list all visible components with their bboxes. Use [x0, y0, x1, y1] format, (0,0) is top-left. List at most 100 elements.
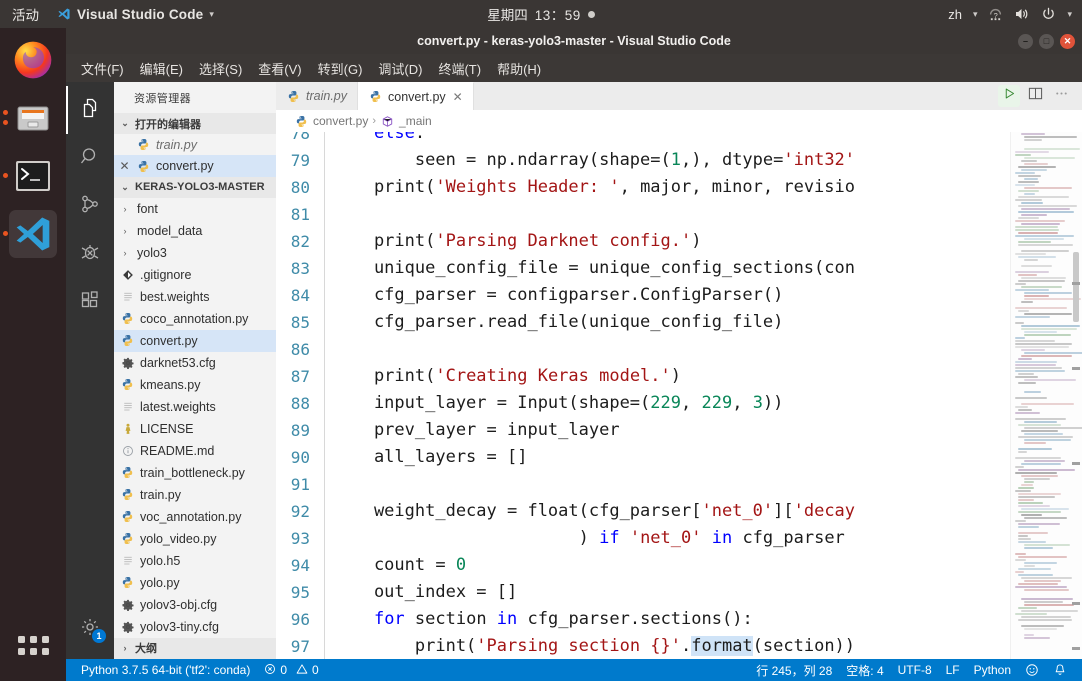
code-line[interactable]: 89 prev_layer = input_layer	[276, 417, 1010, 444]
code-line[interactable]: 88 input_layer = Input(shape=(229, 229, …	[276, 390, 1010, 417]
code-text: print('Parsing section {}'.format(sectio…	[324, 633, 855, 659]
feedback-button[interactable]	[1018, 663, 1046, 677]
file-item-darknet53-cfg[interactable]: darknet53.cfg	[114, 352, 276, 374]
menu-edit[interactable]: 编辑(E)	[133, 56, 190, 81]
code-line[interactable]: 90 all_layers = []	[276, 444, 1010, 471]
dock-item-files[interactable]	[3, 94, 57, 142]
code-line[interactable]: 93 ) if 'net_0' in cfg_parser	[276, 525, 1010, 552]
file-item-train-py[interactable]: train.py	[114, 484, 276, 506]
sidebar-item-search[interactable]	[66, 134, 114, 182]
code-line[interactable]: 95 out_index = []	[276, 579, 1010, 606]
network-icon[interactable]: ?	[988, 8, 1003, 21]
section-outline[interactable]: › 大纲	[114, 637, 276, 660]
dock-item-firefox[interactable]	[9, 36, 57, 84]
menu-terminal[interactable]: 终端(T)	[431, 56, 488, 81]
minimap-slider[interactable]	[1073, 252, 1079, 322]
code-line[interactable]: 81	[276, 201, 1010, 228]
file-item-coco-annotation-py[interactable]: coco_annotation.py	[114, 308, 276, 330]
section-open-editors[interactable]: ⌄ 打开的编辑器	[114, 113, 276, 135]
minimap-line	[1024, 136, 1078, 138]
active-app-menu[interactable]: Visual Studio Code ▾	[49, 7, 222, 22]
code-line[interactable]: 78 else:	[276, 132, 1010, 147]
code-line[interactable]: 80 print('Weights Header: ', major, mino…	[276, 174, 1010, 201]
sidebar-item-explorer[interactable]	[66, 86, 114, 134]
file-item-yolov3-tiny-cfg[interactable]: yolov3-tiny.cfg	[114, 616, 276, 638]
status-language-mode[interactable]: Python	[967, 663, 1018, 677]
menu-debug[interactable]: 调试(D)	[371, 56, 429, 81]
split-editor-button[interactable]	[1024, 85, 1046, 107]
file-item-yolo-h5[interactable]: yolo.h5	[114, 550, 276, 572]
volume-icon[interactable]	[1014, 7, 1030, 21]
close-button[interactable]: ✕	[1060, 33, 1075, 49]
menubar: 文件(F) 编辑(E) 选择(S) 查看(V) 转到(G) 调试(D) 终端(T…	[66, 54, 1082, 82]
status-indentation[interactable]: 空格: 4	[839, 662, 890, 679]
maximize-button[interactable]: □	[1039, 33, 1054, 49]
code-line[interactable]: 92 weight_decay = float(cfg_parser['net_…	[276, 498, 1010, 525]
close-tab-icon[interactable]: ✕	[453, 90, 463, 104]
folder-item-yolo3[interactable]: › yolo3	[114, 242, 276, 264]
minimap[interactable]	[1010, 132, 1082, 659]
code-line[interactable]: 85 cfg_parser.read_file(unique_config_fi…	[276, 309, 1010, 336]
menu-view[interactable]: 查看(V)	[251, 56, 308, 81]
menu-go[interactable]: 转到(G)	[311, 56, 370, 81]
sidebar-item-debug[interactable]	[66, 230, 114, 278]
code-viewport[interactable]: 78 else: 79 seen = np.ndarray(shape=(1,),…	[276, 132, 1010, 659]
open-editor-convert-py[interactable]: ✕ convert.py	[114, 155, 276, 177]
file-item--gitignore[interactable]: .gitignore	[114, 264, 276, 286]
folder-item-font[interactable]: › font	[114, 198, 276, 220]
code-line[interactable]: 83 unique_config_file = unique_config_se…	[276, 255, 1010, 282]
chevron-down-icon[interactable]: ▾	[1067, 9, 1072, 20]
status-encoding[interactable]: UTF-8	[891, 663, 939, 677]
breadcrumb-file[interactable]: convert.py	[313, 114, 368, 128]
code-line[interactable]: 79 seen = np.ndarray(shape=(1,), dtype='…	[276, 147, 1010, 174]
python-icon	[120, 311, 135, 326]
code-line[interactable]: 82 print('Parsing Darknet config.')	[276, 228, 1010, 255]
file-item-convert-py[interactable]: convert.py	[114, 329, 276, 352]
input-language-indicator[interactable]: zh	[948, 7, 962, 22]
code-line[interactable]: 87 print('Creating Keras model.')	[276, 363, 1010, 390]
file-item-yolo-video-py[interactable]: yolo_video.py	[114, 528, 276, 550]
close-editor-icon[interactable]: ✕	[118, 159, 131, 173]
breadcrumb-symbol[interactable]: _main	[399, 114, 432, 128]
run-python-file-button[interactable]	[998, 85, 1020, 107]
editor-scrollbar[interactable]	[1078, 132, 1082, 659]
code-line[interactable]: 97 print('Parsing section {}'.format(sec…	[276, 633, 1010, 659]
code-line[interactable]: 91	[276, 471, 1010, 498]
dock-item-terminal[interactable]	[3, 152, 57, 200]
status-eol[interactable]: LF	[939, 663, 967, 677]
code-line[interactable]: 94 count = 0	[276, 552, 1010, 579]
sidebar-item-extensions[interactable]	[66, 278, 114, 326]
status-problems[interactable]: 0 0	[257, 663, 325, 678]
status-python-interpreter[interactable]: Python 3.7.5 64-bit ('tf2': conda)	[74, 663, 257, 677]
dock-item-vscode[interactable]	[3, 210, 57, 258]
code-editor[interactable]: 78 else: 79 seen = np.ndarray(shape=(1,),…	[276, 132, 1082, 659]
menu-selection[interactable]: 选择(S)	[192, 56, 249, 81]
tab-train-py[interactable]: train.py	[276, 82, 358, 110]
folder-item-model-data[interactable]: › model_data	[114, 220, 276, 242]
minimize-button[interactable]: –	[1018, 33, 1033, 49]
file-item-voc-annotation-py[interactable]: voc_annotation.py	[114, 506, 276, 528]
sidebar-item-source-control[interactable]	[66, 182, 114, 230]
code-line[interactable]: 86	[276, 336, 1010, 363]
file-item-best-weights[interactable]: best.weights	[114, 286, 276, 308]
power-icon[interactable]	[1041, 7, 1056, 22]
manage-settings-button[interactable]: 1	[66, 605, 114, 653]
menu-file[interactable]: 文件(F)	[74, 56, 131, 81]
open-editor-train-py[interactable]: train.py	[114, 134, 276, 155]
status-cursor-position[interactable]: 行 245，列 28	[749, 662, 839, 679]
file-item-readme-md[interactable]: README.md	[114, 440, 276, 462]
file-item-kmeans-py[interactable]: kmeans.py	[114, 374, 276, 396]
section-project-root[interactable]: ⌄ KERAS-YOLO3-MASTER	[114, 176, 276, 198]
code-line[interactable]: 84 cfg_parser = configparser.ConfigParse…	[276, 282, 1010, 309]
notifications-button[interactable]	[1046, 663, 1074, 677]
activities-button[interactable]: 活动	[0, 4, 49, 24]
menu-help[interactable]: 帮助(H)	[490, 56, 548, 81]
file-item-yolo-py[interactable]: yolo.py	[114, 572, 276, 594]
file-item-latest-weights[interactable]: latest.weights	[114, 396, 276, 418]
file-item-license[interactable]: LICENSE	[114, 418, 276, 440]
tab-convert-py[interactable]: convert.py ✕	[358, 82, 474, 110]
more-actions-button[interactable]	[1050, 85, 1072, 107]
code-line[interactable]: 96 for section in cfg_parser.sections():	[276, 606, 1010, 633]
file-item-train-bottleneck-py[interactable]: train_bottleneck.py	[114, 462, 276, 484]
file-item-yolov3-obj-cfg[interactable]: yolov3-obj.cfg	[114, 594, 276, 616]
